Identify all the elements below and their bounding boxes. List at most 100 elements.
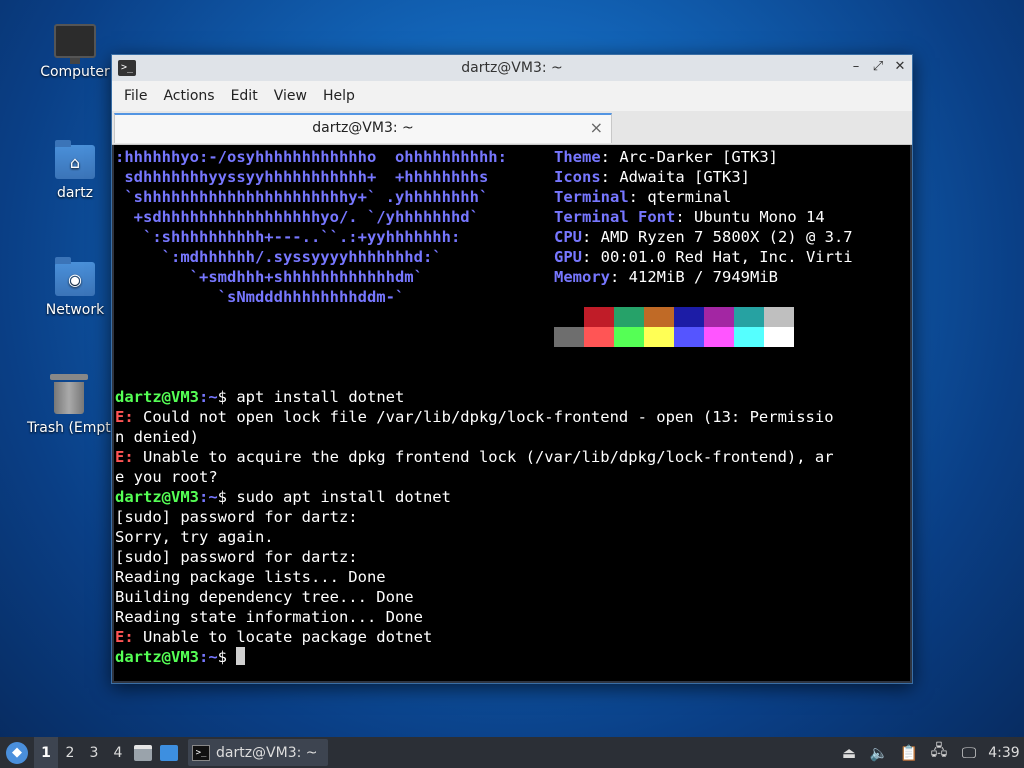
- menu-actions[interactable]: Actions: [155, 88, 222, 104]
- terminal-window[interactable]: >_ dartz@VM3: ~ – ⤢ ✕ File Actions Edit …: [111, 54, 913, 684]
- task-label: dartz@VM3: ~: [216, 744, 318, 761]
- menubar: File Actions Edit View Help: [112, 81, 912, 111]
- info-key: Theme: [554, 148, 601, 166]
- prompt-path: :~: [199, 488, 218, 506]
- prompt-user: dartz@VM3: [115, 648, 199, 666]
- taskbar: ◆ 1 2 3 4 >_ dartz@VM3: ~ ⏏ 🔈 📋 🖧 🖵 4:39: [0, 737, 1024, 768]
- info-key: Icons: [554, 168, 601, 186]
- logo-line: `shhhhhhhhhhhhhhhhhhhhhhy+` .yhhhhhhhh`: [115, 188, 489, 206]
- info-value: 412MiB / 7949MiB: [628, 268, 778, 286]
- prompt-symbol: $: [217, 648, 237, 666]
- info-line: Terminal Font: Ubuntu Mono 14: [554, 208, 825, 226]
- info-line: Memory: 412MiB / 7949MiB: [554, 268, 778, 286]
- computer-icon: [54, 24, 96, 64]
- window-title: dartz@VM3: ~: [461, 60, 563, 76]
- prompt-user: dartz@VM3: [115, 388, 199, 406]
- error-prefix: E:: [115, 408, 134, 426]
- logo-line: `:shhhhhhhhhh+---..``.:+yyhhhhhhh:: [115, 228, 461, 246]
- desktop-icon-label: Network: [45, 302, 105, 318]
- terminal-output[interactable]: :hhhhhhyo:-/osyhhhhhhhhhhhho ohhhhhhhhhh…: [114, 145, 910, 681]
- info-line: Icons: Adwaita [GTK3]: [554, 168, 750, 186]
- command-text: sudo apt install dotnet: [236, 488, 451, 506]
- palette-swatch: [674, 327, 704, 347]
- output-line: [sudo] password for dartz:: [115, 508, 358, 526]
- menu-edit[interactable]: Edit: [223, 88, 266, 104]
- palette-swatch: [554, 327, 584, 347]
- file-manager-icon: [134, 744, 152, 761]
- color-palette-row: [554, 327, 794, 347]
- desktop-icon-trash[interactable]: Trash (Empty): [27, 374, 111, 436]
- show-desktop-icon: [160, 744, 178, 761]
- window-titlebar[interactable]: >_ dartz@VM3: ~ – ⤢ ✕: [112, 55, 912, 81]
- terminal-icon: >_: [192, 744, 210, 761]
- desktop-icon-label: Computer: [40, 64, 110, 80]
- command-line: dartz@VM3:~$ apt install dotnet: [115, 387, 404, 407]
- palette-swatch: [704, 327, 734, 347]
- output-line: [sudo] password for dartz:: [115, 548, 358, 566]
- desktop-icon-home[interactable]: ⌂ dartz: [27, 140, 123, 201]
- info-value: Arc-Darker [GTK3]: [619, 148, 778, 166]
- desktop-icon-label: Trash (Empty): [27, 420, 111, 436]
- file-manager-launcher[interactable]: [130, 737, 156, 768]
- network-icon[interactable]: 🖧: [924, 740, 954, 765]
- minimize-button[interactable]: –: [850, 59, 862, 74]
- command-line: dartz@VM3:~$ sudo apt install dotnet: [115, 487, 451, 507]
- trash-icon: [50, 374, 88, 414]
- palette-swatch: [764, 327, 794, 347]
- palette-swatch: [734, 307, 764, 327]
- menu-file[interactable]: File: [116, 88, 155, 104]
- workspace-1[interactable]: 1: [34, 737, 58, 768]
- logo-line: `sNmdddhhhhhhhhddm-`: [115, 288, 405, 306]
- taskbar-task-terminal[interactable]: >_ dartz@VM3: ~: [188, 739, 328, 766]
- palette-swatch: [764, 307, 794, 327]
- prompt-path: :~: [199, 648, 218, 666]
- info-line: Theme: Arc-Darker [GTK3]: [554, 148, 778, 166]
- palette-swatch: [644, 307, 674, 327]
- prompt-path: :~: [199, 388, 218, 406]
- palette-swatch: [734, 327, 764, 347]
- start-menu-button[interactable]: ◆: [0, 737, 34, 768]
- desktop-icon-network[interactable]: ◉ Network: [27, 257, 123, 318]
- info-key: Memory: [554, 268, 610, 286]
- error-prefix: E:: [115, 628, 134, 646]
- menu-help[interactable]: Help: [315, 88, 363, 104]
- volume-icon[interactable]: 🔈: [864, 744, 894, 762]
- palette-swatch: [614, 307, 644, 327]
- workspace-4[interactable]: 4: [106, 737, 130, 768]
- close-button[interactable]: ✕: [894, 59, 906, 74]
- info-value: 00:01.0 Red Hat, Inc. Virti: [600, 248, 853, 266]
- command-text: apt install dotnet: [236, 388, 405, 406]
- palette-swatch: [584, 327, 614, 347]
- error-line: E: Could not open lock file /var/lib/dpk…: [115, 407, 834, 427]
- workspace-3[interactable]: 3: [82, 737, 106, 768]
- workspace-2[interactable]: 2: [58, 737, 82, 768]
- eject-icon[interactable]: ⏏: [834, 744, 864, 762]
- info-value: Ubuntu Mono 14: [694, 208, 825, 226]
- tab-terminal[interactable]: dartz@VM3: ~ ×: [114, 113, 612, 143]
- info-line: GPU: 00:01.0 Red Hat, Inc. Virti: [554, 248, 853, 266]
- prompt-symbol: $: [217, 488, 237, 506]
- menu-view[interactable]: View: [266, 88, 315, 104]
- error-text: Could not open lock file /var/lib/dpkg/l…: [133, 408, 834, 426]
- clipboard-icon[interactable]: 📋: [894, 744, 924, 762]
- update-notifier-icon[interactable]: 🖵: [954, 744, 984, 762]
- tab-close-icon[interactable]: ×: [590, 118, 603, 137]
- text-cursor: [236, 647, 246, 665]
- lubuntu-logo-icon: ◆: [6, 741, 28, 764]
- logo-line: `+smdhhh+shhhhhhhhhhhhdm`: [115, 268, 423, 286]
- logo-line: sdhhhhhhhyyssyyhhhhhhhhhhh+ +hhhhhhhhs: [115, 168, 489, 186]
- maximize-button[interactable]: ⤢: [872, 59, 884, 74]
- info-key: Terminal: [554, 188, 629, 206]
- clock[interactable]: 4:39: [984, 745, 1024, 761]
- error-text: Unable to locate package dotnet: [133, 628, 433, 646]
- show-desktop-button[interactable]: [156, 737, 182, 768]
- logo-line: +sdhhhhhhhhhhhhhhhhhyo/. `/yhhhhhhhd`: [115, 208, 479, 226]
- tab-title: dartz@VM3: ~: [312, 120, 414, 136]
- desktop-icon-computer[interactable]: Computer: [27, 24, 123, 80]
- command-line[interactable]: dartz@VM3:~$: [115, 647, 246, 667]
- prompt-user: dartz@VM3: [115, 488, 199, 506]
- error-line: E: Unable to acquire the dpkg frontend l…: [115, 447, 834, 467]
- color-palette-row: [554, 307, 794, 327]
- info-key: Terminal Font: [554, 208, 676, 226]
- palette-swatch: [644, 327, 674, 347]
